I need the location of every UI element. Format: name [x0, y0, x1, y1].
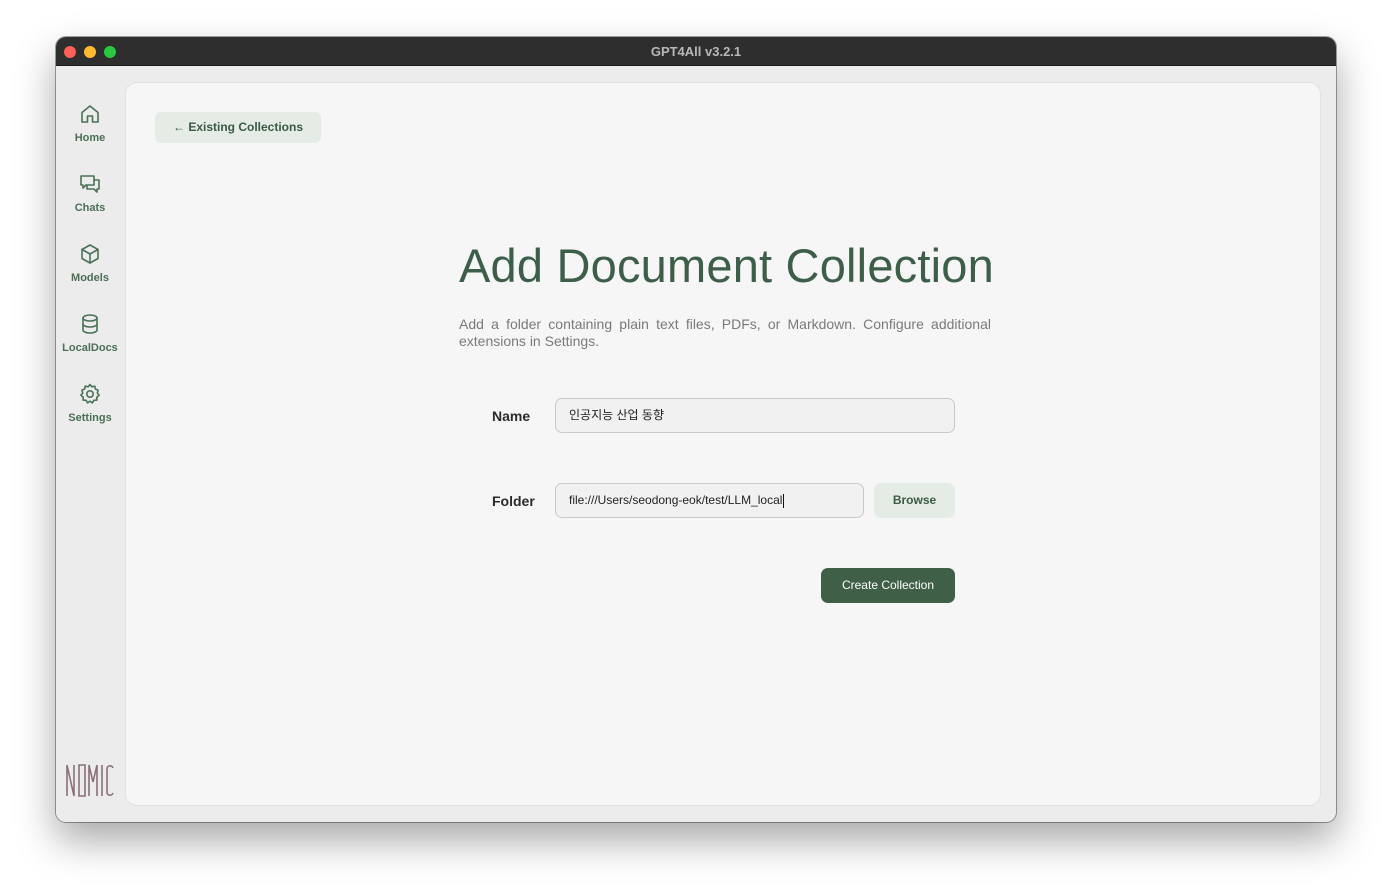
main-panel: ← Existing Collections Add Document Coll…: [125, 82, 1321, 806]
database-icon: [78, 312, 102, 336]
browse-button[interactable]: Browse: [874, 483, 955, 518]
app-window: GPT4All v3.2.1 Home Chats Models LocalDo…: [56, 37, 1336, 822]
existing-collections-button[interactable]: ← Existing Collections: [155, 112, 322, 143]
create-collection-button[interactable]: Create Collection: [821, 568, 955, 603]
folder-input-value: file:///Users/seodong-eok/test/LLM_local: [569, 493, 783, 507]
name-input-value: 인공지능 산업 동향: [569, 408, 664, 422]
page-title: Add Document Collection: [459, 239, 994, 292]
sidebar: Home Chats Models LocalDocs Settings: [56, 66, 124, 822]
nomic-logo: [64, 760, 116, 800]
page-description: Add a folder containing plain text files…: [459, 316, 991, 349]
cube-icon: [78, 242, 102, 266]
title-bar: GPT4All v3.2.1: [56, 37, 1336, 66]
folder-label: Folder: [492, 493, 535, 509]
sidebar-item-settings[interactable]: Settings: [56, 382, 124, 442]
gear-icon: [78, 382, 102, 406]
chats-icon: [78, 172, 102, 196]
sidebar-item-localdocs[interactable]: LocalDocs: [56, 312, 124, 372]
folder-input[interactable]: file:///Users/seodong-eok/test/LLM_local: [555, 483, 864, 518]
sidebar-item-home[interactable]: Home: [56, 102, 124, 162]
sidebar-item-label: LocalDocs: [62, 342, 118, 354]
sidebar-item-label: Settings: [68, 412, 112, 424]
home-icon: [78, 102, 102, 126]
window-title: GPT4All v3.2.1: [650, 44, 742, 59]
name-input[interactable]: 인공지능 산업 동향: [555, 398, 955, 433]
sidebar-item-label: Home: [74, 132, 106, 144]
sidebar-item-label: Models: [71, 272, 109, 284]
sidebar-item-chats[interactable]: Chats: [56, 172, 124, 232]
text-caret: [783, 493, 785, 508]
sidebar-item-models[interactable]: Models: [56, 242, 124, 302]
sidebar-item-label: Chats: [74, 202, 106, 214]
name-label: Name: [492, 408, 531, 424]
